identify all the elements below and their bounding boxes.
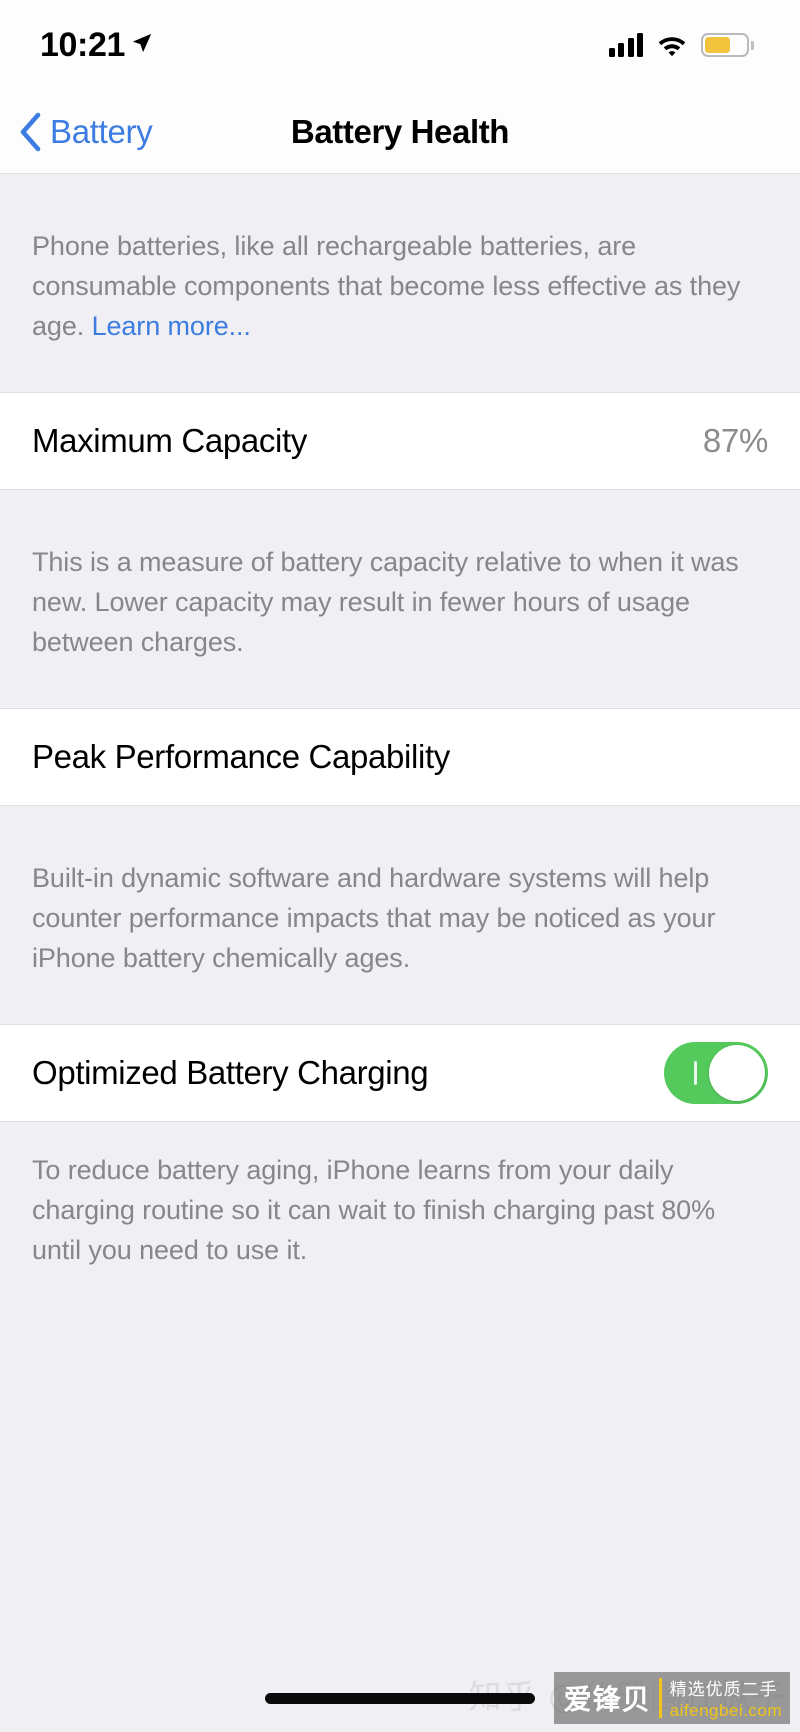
maximum-capacity-footnote: This is a measure of battery capacity re… (32, 547, 739, 657)
optimized-battery-charging-toggle[interactable] (664, 1042, 768, 1104)
status-time: 10:21 (40, 25, 125, 64)
optimized-battery-charging-footnote: To reduce battery aging, iPhone learns f… (32, 1155, 715, 1265)
aifengbei-divider (658, 1678, 662, 1718)
optimized-battery-charging-row[interactable]: Optimized Battery Charging (0, 1024, 800, 1122)
maximum-capacity-label: Maximum Capacity (32, 422, 307, 459)
peak-performance-row[interactable]: Peak Performance Capability (0, 708, 800, 806)
status-time-group: 10:21 (40, 26, 153, 65)
battery-health-screen: 10:21 Battery Battery Health Phone batte… (0, 0, 800, 1732)
maximum-capacity-row[interactable]: Maximum Capacity 87% (0, 392, 800, 490)
battery-cap (751, 40, 754, 50)
aifengbei-tagline: 精选优质二手 (669, 1680, 778, 1700)
content-spacer (0, 1310, 800, 1612)
aifengbei-site: aifengbei.com (669, 1701, 782, 1720)
learn-more-link[interactable]: Learn more... (92, 311, 251, 341)
status-right-group (608, 33, 754, 57)
nav-bar: Battery Battery Health (0, 90, 800, 174)
status-bar: 10:21 (0, 0, 800, 90)
location-arrow-icon (132, 33, 152, 53)
bottom-area: 知乎 @仏雅園杠枞子 爱锋贝 精选优质二手 aifengbei.com (0, 1612, 800, 1732)
peak-performance-footnote: Built-in dynamic software and hardware s… (32, 863, 716, 973)
battery-fill (705, 37, 730, 53)
intro-footnote: Phone batteries, like all rechargeable b… (0, 174, 800, 392)
home-indicator[interactable] (265, 1693, 535, 1704)
settings-content: Phone batteries, like all rechargeable b… (0, 174, 800, 1612)
battery-icon (701, 33, 754, 57)
optimized-battery-charging-label: Optimized Battery Charging (32, 1054, 429, 1091)
cellular-signal-icon (608, 33, 643, 57)
wifi-icon (658, 37, 686, 57)
back-button-label: Battery (50, 112, 153, 150)
battery-body (701, 33, 749, 57)
maximum-capacity-value: 87% (702, 422, 768, 459)
aifengbei-watermark: 爱锋贝 精选优质二手 aifengbei.com (553, 1672, 790, 1724)
peak-performance-label: Peak Performance Capability (32, 738, 450, 775)
aifengbei-brand-name: 爱锋贝 (563, 1683, 651, 1716)
aifengbei-text-group: 精选优质二手 aifengbei.com (670, 1672, 782, 1724)
chevron-left-icon (20, 112, 41, 151)
toggle-knob (709, 1045, 765, 1101)
back-button[interactable]: Battery (0, 112, 153, 152)
toggle-on-mark (694, 1061, 697, 1085)
